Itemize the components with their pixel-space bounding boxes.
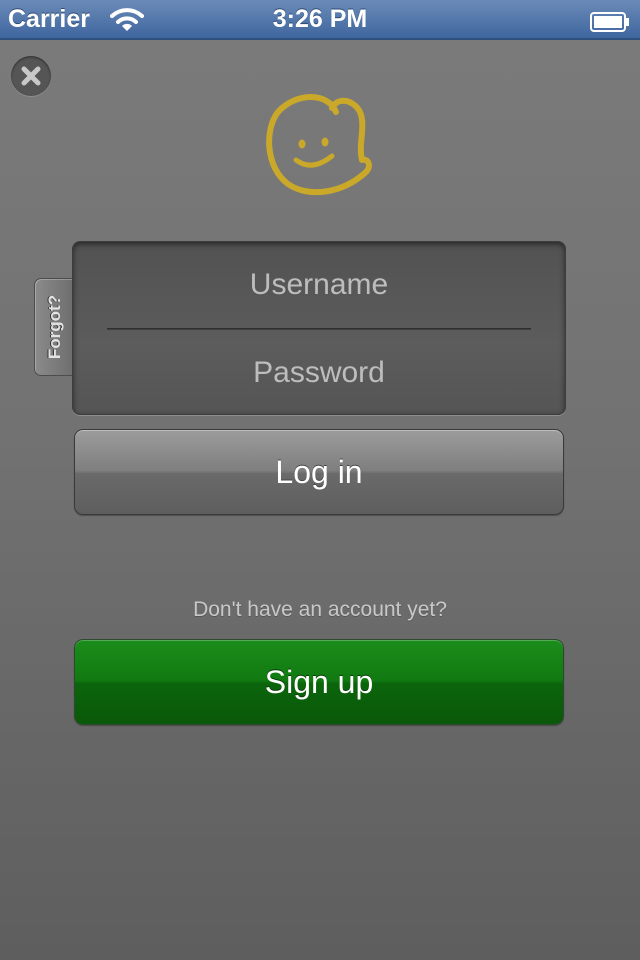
login-fields-panel xyxy=(72,241,566,416)
battery-icon xyxy=(590,10,630,39)
login-button[interactable]: Log in xyxy=(74,429,564,515)
status-bar: Carrier 3:26 PM xyxy=(0,0,640,40)
status-time: 3:26 PM xyxy=(272,5,368,33)
password-field[interactable] xyxy=(73,330,565,416)
close-icon xyxy=(21,66,41,86)
username-field[interactable] xyxy=(73,242,565,328)
smiley-logo-icon xyxy=(262,86,378,202)
close-button[interactable] xyxy=(11,56,51,96)
forgot-password-tab[interactable]: Forgot? xyxy=(34,278,74,376)
forgot-label: Forgot? xyxy=(44,294,64,360)
signup-prompt: Don't have an account yet? xyxy=(193,598,447,621)
signup-button[interactable]: Sign up xyxy=(74,639,564,725)
